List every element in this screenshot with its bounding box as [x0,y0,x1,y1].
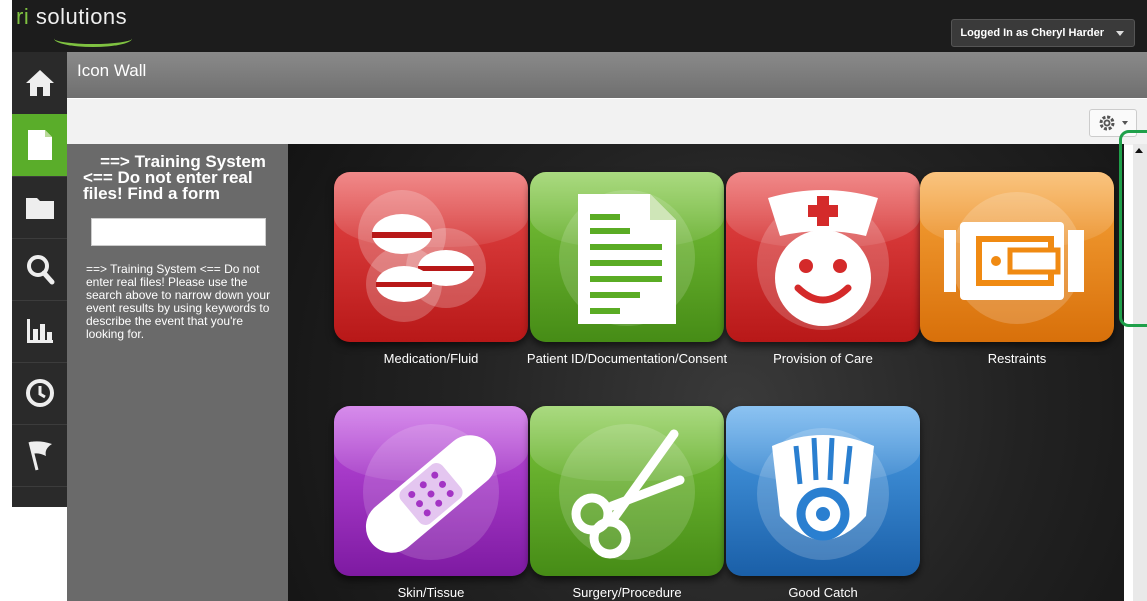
top-bar: ri solutions Logged In as Cheryl Harder [12,0,1147,52]
app-window: ri solutions Logged In as Cheryl Harder [0,0,1147,601]
icon-wall: Medication/Fluid Patient ID/Documentatio… [288,144,1124,601]
chevron-down-icon [1122,121,1128,125]
tile-patient-documentation-icon[interactable] [530,172,724,342]
bar-chart-icon [26,319,53,343]
vertical-scrollbar[interactable] [1133,144,1147,601]
page-title: Icon Wall [77,61,147,80]
logo-text: solutions [29,4,128,29]
user-menu-label: Logged In as Cheryl Harder [960,27,1104,39]
tile-skin-tissue-icon[interactable] [334,406,528,576]
training-heading-line2: <== Do not enter real files! Find a form [83,168,253,203]
nurse-icon [757,190,889,330]
tile-good-catch-label[interactable]: Good Catch [706,584,940,601]
sidebar-item-home[interactable] [12,52,67,115]
tile-provision-of-care-icon[interactable] [726,172,920,342]
clock-icon [25,379,54,407]
sidebar-item-flags[interactable] [12,424,67,487]
scroll-up-icon[interactable] [1135,148,1143,153]
user-menu-button[interactable]: Logged In as Cheryl Harder [951,19,1135,47]
logo-arc [54,30,132,47]
gear-icon [1099,115,1115,131]
training-heading: ==> Training System <== Do not enter rea… [83,153,283,203]
home-icon [25,70,54,96]
sidebar-item-forms[interactable] [12,114,67,177]
document-icon [559,190,695,326]
help-text: ==> Training System <== Do not enter rea… [86,262,271,341]
bandage-icon [363,424,499,560]
tile-good-catch-icon[interactable] [726,406,920,576]
sidebar-item-folders[interactable] [12,176,67,239]
restraint-icon [944,192,1084,324]
sidebar-item-search[interactable] [12,238,67,301]
sidebar-item-history[interactable] [12,362,67,425]
logo-ri: ri [16,4,30,29]
pills-icon [358,190,486,322]
search-icon [26,255,54,285]
chevron-down-icon [1116,31,1124,36]
settings-dropdown-button[interactable] [1089,109,1137,137]
toolbar [67,98,1147,145]
panel-header: Icon Wall [67,52,1147,98]
logo: ri solutions [16,4,127,30]
tile-restraints-icon[interactable] [920,172,1114,342]
sidebar-item-reports[interactable] [12,300,67,363]
glove-icon [757,428,889,560]
folder-icon [25,198,54,219]
flag-icon [28,441,52,471]
sidebar [12,52,67,507]
tile-medication-fluid-icon[interactable] [334,172,528,342]
scissors-icon [559,424,695,560]
tile-restraints-label[interactable]: Restraints [900,350,1124,368]
tile-surgery-procedure-icon[interactable] [530,406,724,576]
document-icon [27,130,52,160]
left-panel: ==> Training System <== Do not enter rea… [67,144,288,601]
find-form-input[interactable] [91,218,266,246]
